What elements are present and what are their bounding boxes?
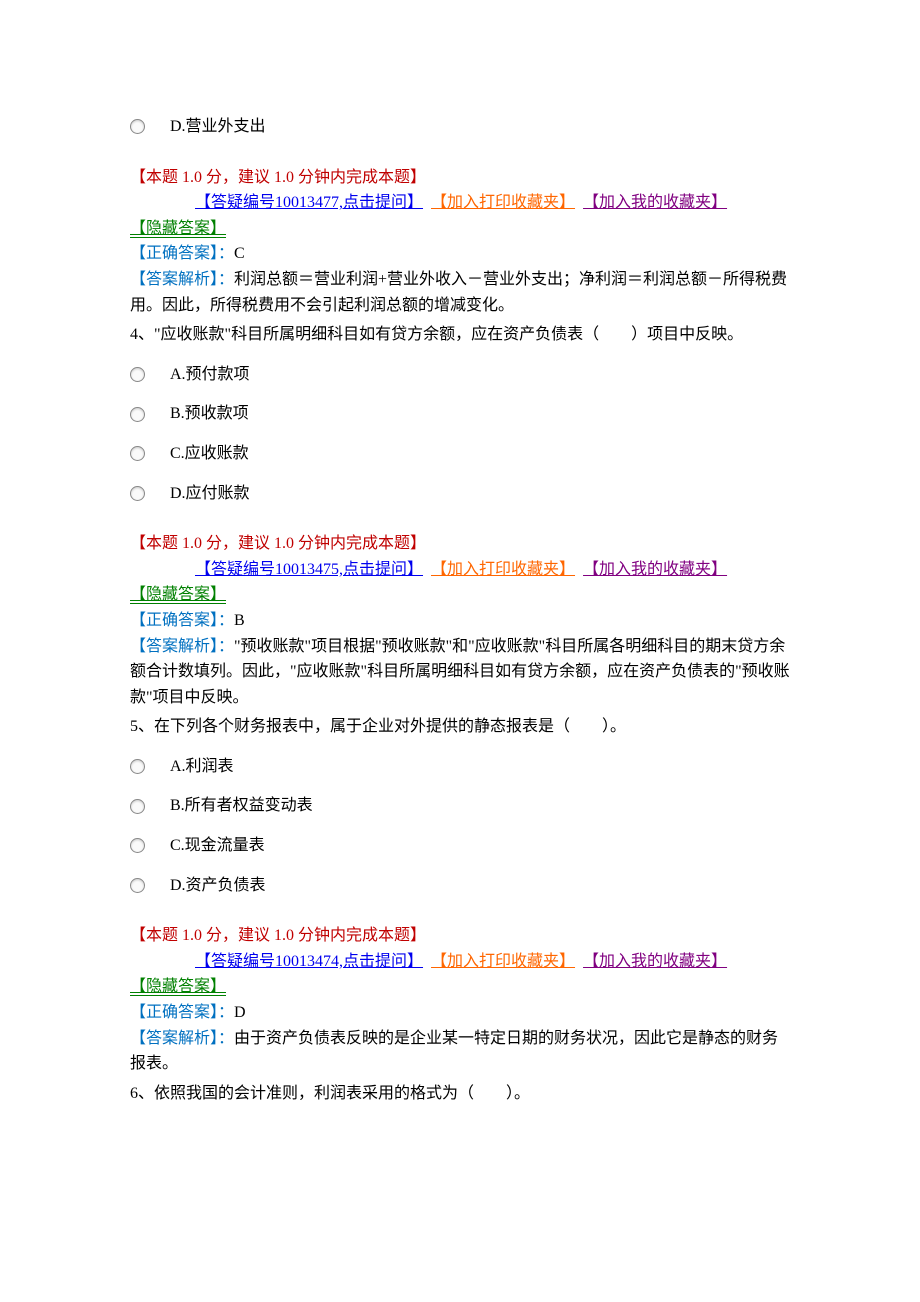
- score-hint-q3: 【本题 1.0 分，建议 1.0 分钟内完成本题】: [130, 165, 790, 191]
- hide-answer-q3[interactable]: 【隐藏答案】: [130, 216, 790, 242]
- option-label: D.应付账款: [170, 481, 250, 507]
- correct-answer-q5: 【正确答案】：D: [130, 1000, 790, 1026]
- add-print-link-q4[interactable]: 【加入打印收藏夹】: [431, 561, 575, 578]
- analysis-q5: 【答案解析】：由于资产负债表反映的是企业某一特定日期的财务状况，因此它是静态的财…: [130, 1026, 790, 1077]
- option-label: C.现金流量表: [170, 833, 265, 859]
- qa-link-q5[interactable]: 【答疑编号10013474,点击提问】: [195, 953, 423, 970]
- link-row-q4: 【答疑编号10013475,点击提问】 【加入打印收藏夹】 【加入我的收藏夹】: [130, 557, 790, 583]
- option-d-q3[interactable]: D.营业外支出: [130, 114, 790, 140]
- option-label: D.营业外支出: [170, 114, 266, 140]
- option-d-q4[interactable]: D.应付账款: [130, 481, 790, 507]
- correct-answer-q4: 【正确答案】：B: [130, 608, 790, 634]
- question-4-stem: 4、"应收账款"科目所属明细科目如有贷方余额，应在资产负债表（ ）项目中反映。: [130, 322, 790, 348]
- option-a-q4[interactable]: A.预付款项: [130, 362, 790, 388]
- score-hint-q4: 【本题 1.0 分，建议 1.0 分钟内完成本题】: [130, 531, 790, 557]
- option-label: C.应收账款: [170, 441, 249, 467]
- option-label: A.预付款项: [170, 362, 250, 388]
- analysis-q4: 【答案解析】："预收账款"项目根据"预收账款"和"应收账款"科目所属各明细科目的…: [130, 634, 790, 711]
- link-row-q3: 【答疑编号10013477,点击提问】 【加入打印收藏夹】 【加入我的收藏夹】: [130, 190, 790, 216]
- qa-link-q3[interactable]: 【答疑编号10013477,点击提问】: [195, 194, 423, 211]
- option-d-q5[interactable]: D.资产负债表: [130, 873, 790, 899]
- correct-answer-q3: 【正确答案】：C: [130, 241, 790, 267]
- option-label: D.资产负债表: [170, 873, 266, 899]
- option-b-q5[interactable]: B.所有者权益变动表: [130, 793, 790, 819]
- radio-icon: [130, 799, 145, 814]
- add-my-link-q5[interactable]: 【加入我的收藏夹】: [583, 953, 727, 970]
- hide-answer-q4[interactable]: 【隐藏答案】: [130, 582, 790, 608]
- score-hint-q5: 【本题 1.0 分，建议 1.0 分钟内完成本题】: [130, 923, 790, 949]
- radio-icon: [130, 446, 145, 461]
- option-c-q4[interactable]: C.应收账款: [130, 441, 790, 467]
- option-a-q5[interactable]: A.利润表: [130, 754, 790, 780]
- radio-icon: [130, 759, 145, 774]
- option-label: B.预收款项: [170, 401, 249, 427]
- option-c-q5[interactable]: C.现金流量表: [130, 833, 790, 859]
- option-b-q4[interactable]: B.预收款项: [130, 401, 790, 427]
- hide-answer-q5[interactable]: 【隐藏答案】: [130, 974, 790, 1000]
- add-my-link-q4[interactable]: 【加入我的收藏夹】: [583, 561, 727, 578]
- question-5-stem: 5、在下列各个财务报表中，属于企业对外提供的静态报表是（ ）。: [130, 714, 790, 740]
- analysis-q3: 【答案解析】：利润总额＝营业利润+营业外收入－营业外支出；净利润＝利润总额－所得…: [130, 267, 790, 318]
- qa-link-q4[interactable]: 【答疑编号10013475,点击提问】: [195, 561, 423, 578]
- option-label: B.所有者权益变动表: [170, 793, 313, 819]
- radio-icon: [130, 486, 145, 501]
- add-print-link-q5[interactable]: 【加入打印收藏夹】: [431, 953, 575, 970]
- option-label: A.利润表: [170, 754, 234, 780]
- radio-icon: [130, 407, 145, 422]
- radio-icon: [130, 367, 145, 382]
- radio-icon: [130, 119, 145, 134]
- question-6-stem: 6、依照我国的会计准则，利润表采用的格式为（ ）。: [130, 1081, 790, 1107]
- radio-icon: [130, 878, 145, 893]
- radio-icon: [130, 838, 145, 853]
- link-row-q5: 【答疑编号10013474,点击提问】 【加入打印收藏夹】 【加入我的收藏夹】: [130, 949, 790, 975]
- add-print-link-q3[interactable]: 【加入打印收藏夹】: [431, 194, 575, 211]
- add-my-link-q3[interactable]: 【加入我的收藏夹】: [583, 194, 727, 211]
